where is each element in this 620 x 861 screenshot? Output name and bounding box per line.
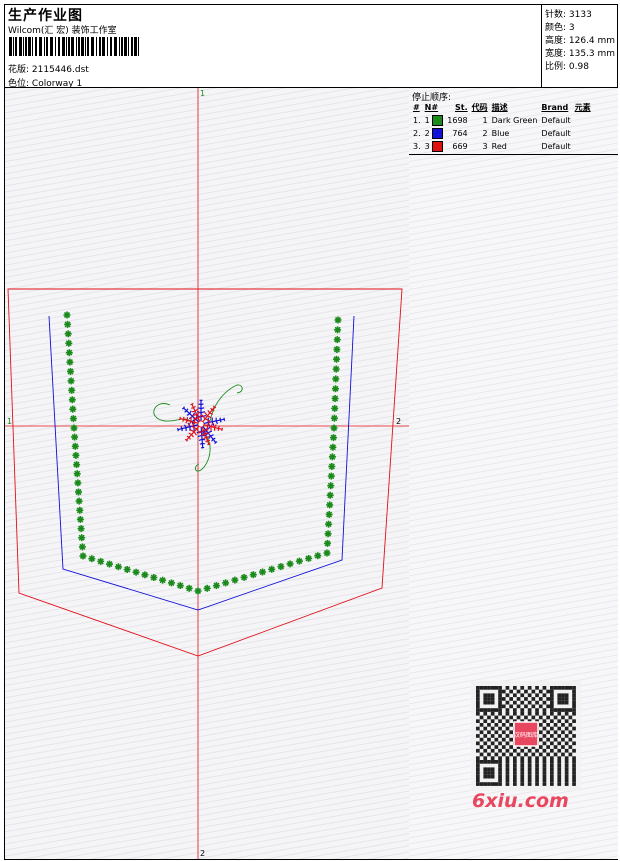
row-index: 2. — [413, 129, 421, 138]
stats-panel: 针数: 3133 颜色: 3 高度: 126.4 mm 宽度: 135.3 mm… — [541, 4, 618, 88]
table-header-row: # N# St. 代码 描述 Brand 元素 — [411, 101, 593, 114]
row-description: Dark Green — [491, 116, 538, 125]
col-stitches: St. — [455, 103, 468, 112]
row-element — [573, 114, 593, 127]
design-height: 高度: 126.4 mm — [545, 36, 616, 46]
axis-label-bottom: 2 — [200, 849, 205, 858]
table-row: 1. 1 1698 1 Dark Green Default — [411, 114, 593, 127]
page-title: 生产作业图 — [8, 8, 83, 24]
table-row: 3. 3 669 3 Red Default — [411, 140, 593, 153]
row-code: 2 — [482, 129, 488, 138]
row-brand: Default — [541, 129, 571, 138]
row-needle: 1 — [423, 114, 446, 127]
stitch-count: 针数: 3133 — [545, 10, 592, 20]
row-needle: 3 — [423, 140, 446, 153]
row-stitches: 1698 — [447, 116, 468, 125]
col-code: 代码 — [471, 103, 488, 112]
table-row: 2. 2 764 2 Blue Default — [411, 127, 593, 140]
studio-name: Wilcom(汇 宏) 装饰工作室 — [8, 26, 117, 36]
row-brand: Default — [541, 142, 571, 151]
color-swatch — [432, 128, 444, 139]
color-swatch — [432, 141, 444, 152]
axis-label-top: 1 — [200, 89, 205, 98]
design-file: 花版: 2115446.dst — [8, 65, 89, 75]
row-code: 3 — [482, 142, 488, 151]
embroidery-preview: 1 1 2 2 — [5, 88, 409, 859]
axis-label-left: 1 — [7, 417, 12, 426]
row-index: 1. — [413, 116, 421, 125]
row-index: 3. — [413, 142, 421, 151]
design-canvas[interactable]: 1 1 2 2 — [5, 88, 410, 859]
green-stitch-path — [63, 311, 342, 595]
row-brand: Default — [541, 116, 571, 125]
barcode — [9, 37, 139, 56]
svg-text:汉码图库: 汉码图库 — [514, 731, 538, 739]
row-element — [573, 140, 593, 153]
col-index: # — [413, 103, 420, 112]
col-element: 元素 — [574, 103, 591, 112]
row-code: 1 — [482, 116, 488, 125]
color-swatch — [432, 115, 444, 126]
design-width: 宽度: 135.3 mm — [545, 49, 616, 59]
watermark-site: 6xiu.com — [472, 790, 569, 812]
stop-sequence-table: # N# St. 代码 描述 Brand 元素 1. 1 1698 1 Dark Gr… — [411, 101, 593, 153]
col-brand: Brand — [541, 103, 569, 112]
table-divider — [409, 154, 618, 155]
design-scale: 比例: 0.98 — [545, 62, 589, 72]
axis-label-right: 2 — [396, 417, 401, 426]
color-count: 颜色: 3 — [545, 23, 575, 33]
row-description: Blue — [491, 129, 510, 138]
row-stitches: 764 — [452, 129, 468, 138]
row-needle: 2 — [423, 127, 446, 140]
col-description: 描述 — [491, 103, 508, 112]
col-needle: N# — [424, 103, 439, 112]
pocket-outline-blue — [48, 315, 355, 611]
row-stitches: 669 — [452, 142, 468, 151]
qr-code: 汉码图库 — [471, 681, 581, 791]
row-element — [573, 127, 593, 140]
row-description: Red — [491, 142, 507, 151]
